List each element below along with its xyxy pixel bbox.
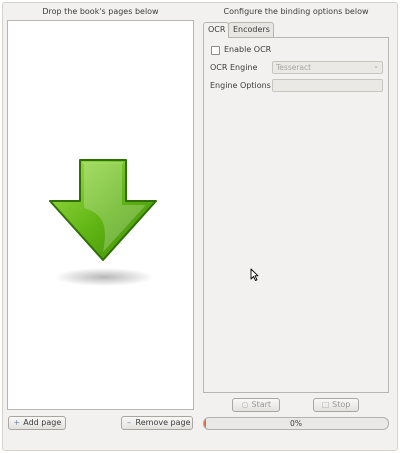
tab-ocr[interactable]: OCR [203, 22, 229, 38]
minus-icon: – [127, 418, 131, 427]
ocr-engine-label: OCR Engine [210, 63, 258, 72]
progress-text: 0% [290, 419, 302, 428]
remove-page-label: Remove page [135, 418, 191, 427]
page-drop-zone[interactable] [7, 20, 194, 410]
add-page-label: Add page [23, 418, 62, 427]
download-arrow-icon [46, 156, 158, 296]
right-panel-title: Configure the binding options below [223, 7, 369, 16]
chevron-down-icon: ⌄ [373, 62, 379, 70]
tab-encoders[interactable]: Encoders [228, 22, 274, 37]
stop-label: Stop [332, 400, 351, 409]
plus-icon: + [13, 418, 21, 427]
ocr-engine-value: Tesseract [276, 63, 312, 72]
engine-options-field[interactable] [272, 79, 383, 92]
engine-options-label: Engine Options [210, 81, 271, 90]
stop-icon: □ [321, 400, 330, 409]
binding-progress-bar: 0% [203, 417, 389, 430]
left-panel-title: Drop the book's pages below [42, 7, 159, 16]
stop-button[interactable]: □ Stop [313, 398, 359, 412]
play-icon: ○ [241, 400, 249, 409]
ocr-tab-panel: Enable OCR OCR Engine Tesseract ⌄ Engine… [203, 37, 389, 393]
start-button[interactable]: ○ Start [232, 398, 280, 412]
remove-page-button[interactable]: – Remove page [121, 416, 193, 430]
enable-ocr-label: Enable OCR [224, 45, 272, 54]
start-label: Start [251, 400, 272, 409]
add-page-button[interactable]: + Add page [8, 416, 66, 430]
ocr-engine-select[interactable]: Tesseract ⌄ [272, 61, 383, 74]
enable-ocr-checkbox[interactable] [211, 46, 220, 55]
mouse-pointer-icon [250, 268, 259, 281]
